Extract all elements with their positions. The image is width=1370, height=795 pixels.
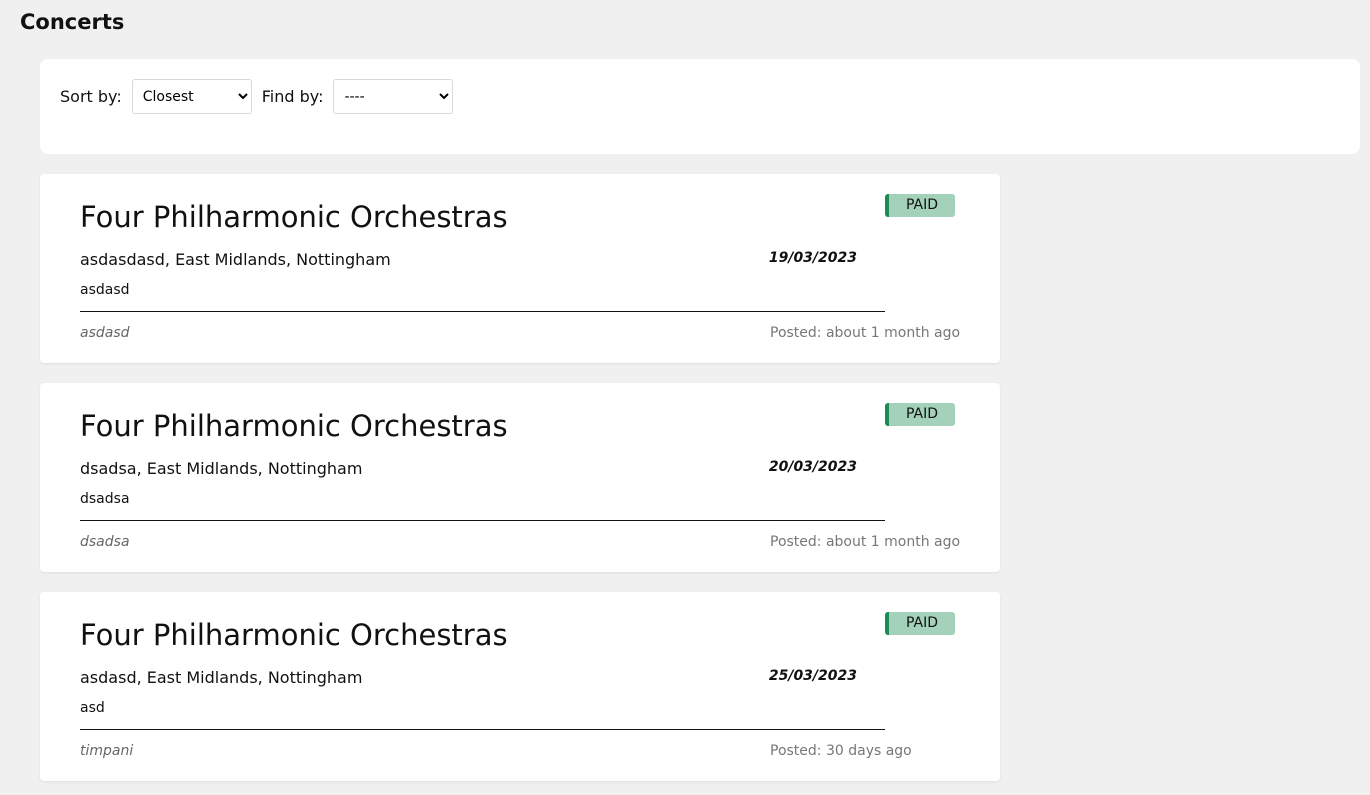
sort-select[interactable]: Closest bbox=[131, 79, 252, 114]
concert-card[interactable]: PAID Four Philharmonic Orchestras asdasd… bbox=[40, 592, 1000, 781]
concert-date: 19/03/2023 bbox=[768, 250, 857, 266]
find-label: Find by: bbox=[261, 87, 324, 106]
posted-time: Posted: 30 days ago bbox=[770, 743, 912, 759]
concert-title[interactable]: Four Philharmonic Orchestras bbox=[80, 200, 508, 234]
page-title: Concerts bbox=[20, 10, 125, 34]
divider bbox=[80, 729, 885, 730]
posted-time: Posted: about 1 month ago bbox=[770, 325, 961, 341]
concert-author: timpani bbox=[80, 743, 134, 759]
concert-date: 25/03/2023 bbox=[768, 668, 857, 684]
concert-description: dsadsa bbox=[80, 491, 130, 507]
concert-author: dsadsa bbox=[80, 534, 130, 550]
concert-location: dsadsa, East Midlands, Nottingham bbox=[80, 459, 363, 478]
divider bbox=[80, 311, 885, 312]
posted-time: Posted: about 1 month ago bbox=[770, 534, 961, 550]
concert-location: asdasd, East Midlands, Nottingham bbox=[80, 668, 363, 687]
concert-description: asd bbox=[80, 700, 105, 716]
concert-title[interactable]: Four Philharmonic Orchestras bbox=[80, 618, 508, 652]
concert-card[interactable]: PAID Four Philharmonic Orchestras dsadsa… bbox=[40, 383, 1000, 572]
divider bbox=[80, 520, 885, 521]
concert-title[interactable]: Four Philharmonic Orchestras bbox=[80, 409, 508, 443]
paid-badge: PAID bbox=[885, 403, 955, 426]
paid-badge: PAID bbox=[885, 194, 955, 217]
find-select[interactable]: ---- bbox=[333, 79, 454, 114]
concert-card[interactable]: PAID Four Philharmonic Orchestras asdasd… bbox=[40, 174, 1000, 363]
concert-date: 20/03/2023 bbox=[768, 459, 857, 475]
concert-author: asdasd bbox=[80, 325, 130, 341]
concert-description: asdasd bbox=[80, 282, 130, 298]
concert-location: asdasdasd, East Midlands, Nottingham bbox=[80, 250, 391, 269]
filter-panel: Sort by: Closest Find by: ---- bbox=[40, 59, 1360, 154]
paid-badge: PAID bbox=[885, 612, 955, 635]
sort-label: Sort by: bbox=[60, 87, 122, 106]
